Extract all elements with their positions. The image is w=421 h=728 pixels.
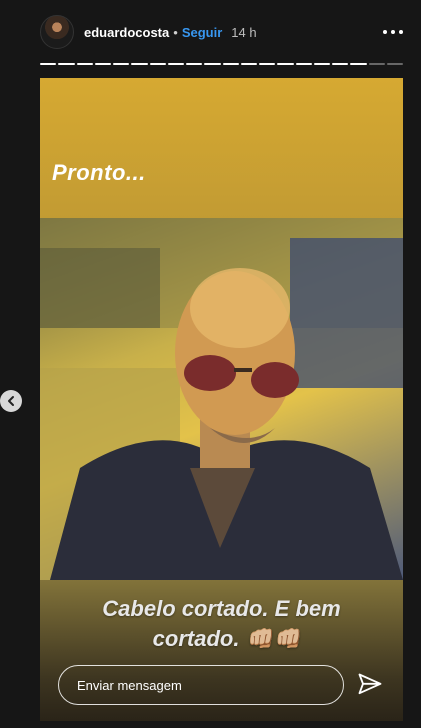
more-dot-icon	[391, 30, 395, 34]
more-dot-icon	[399, 30, 403, 34]
story-photo	[40, 218, 403, 580]
more-dot-icon	[383, 30, 387, 34]
progress-segment	[76, 63, 93, 65]
progress-segment	[167, 63, 184, 65]
progress-segment	[58, 63, 75, 65]
message-input[interactable]	[58, 665, 344, 705]
paper-plane-icon[interactable]	[356, 671, 384, 699]
progress-segment	[186, 63, 203, 65]
story-caption: Cabelo cortado. E bem cortado. 👊🏼👊🏼	[40, 594, 403, 654]
progress-segment	[113, 63, 130, 65]
caption-line-2: cortado. 👊🏼👊🏼	[152, 626, 301, 651]
progress-segment	[131, 63, 148, 65]
progress-segment	[386, 63, 403, 65]
timestamp: 14 h	[231, 24, 257, 40]
more-options-button[interactable]	[383, 24, 403, 40]
progress-segment	[350, 63, 367, 65]
story-media[interactable]: Pronto... Cabelo cortado. E bem cortado.…	[40, 78, 403, 721]
reply-bar	[58, 663, 391, 707]
previous-story-button[interactable]	[0, 390, 22, 412]
progress-segment	[94, 63, 111, 65]
progress-segment	[40, 63, 57, 65]
dot-separator: •	[173, 24, 178, 40]
progress-segment	[240, 63, 257, 65]
progress-segment	[204, 63, 221, 65]
avatar[interactable]	[40, 15, 74, 49]
username-link[interactable]: eduardocosta	[84, 25, 169, 40]
progress-segment	[332, 63, 349, 65]
follow-button[interactable]: Seguir	[182, 25, 222, 40]
caption-line-1: Cabelo cortado. E bem	[102, 596, 341, 621]
story-progress-bar	[40, 63, 403, 65]
chevron-left-icon	[8, 396, 14, 406]
progress-segment	[277, 63, 294, 65]
progress-segment	[368, 63, 385, 65]
progress-segment	[259, 63, 276, 65]
story-top-text: Pronto...	[52, 160, 146, 185]
story-header: eduardocosta • Seguir 14 h	[40, 14, 403, 50]
story-top-band	[40, 78, 403, 220]
story-viewer: eduardocosta • Seguir 14 h Pronto... Cab…	[0, 0, 421, 728]
progress-segment	[295, 63, 312, 65]
progress-segment	[149, 63, 166, 65]
photo-illustration	[40, 218, 403, 580]
progress-segment	[222, 63, 239, 65]
progress-segment	[313, 63, 330, 65]
